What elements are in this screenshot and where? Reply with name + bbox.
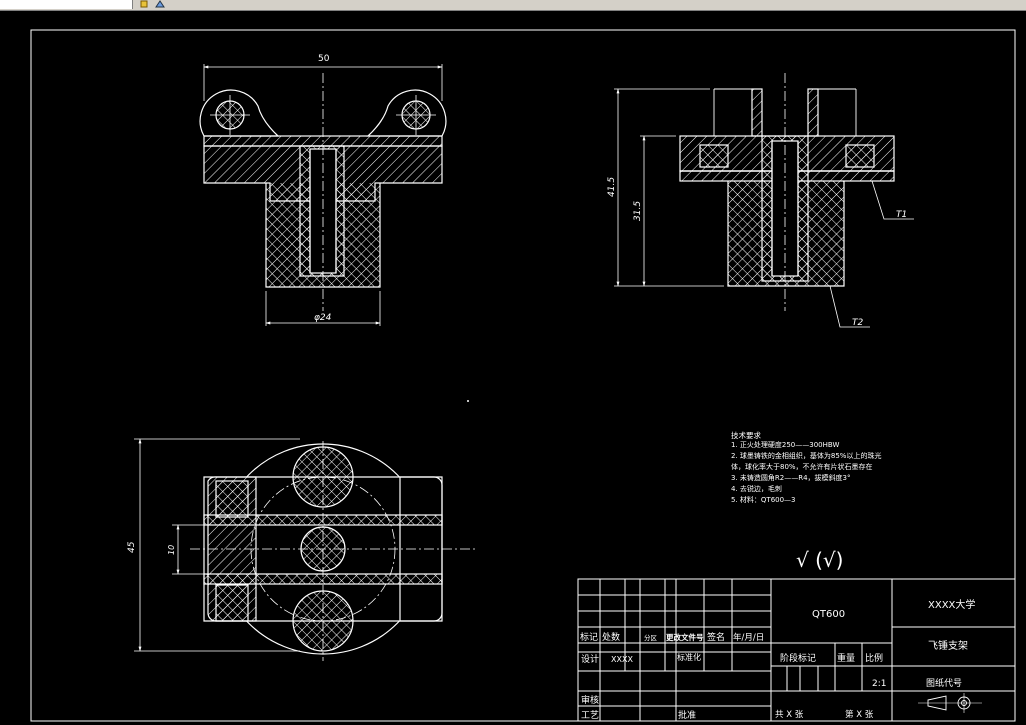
- front-section-view: [199, 64, 447, 326]
- part-name-label: 飞锤支架: [928, 639, 968, 652]
- leader-label-t1: T1: [896, 210, 907, 220]
- dim-height-inner-label: 31.5: [633, 201, 643, 221]
- notes-line-4: 3. 未铸造圆角R2——R4，拔模斜度3°: [731, 473, 851, 482]
- title-block-text: QT600 XXXX大学 飞锤支架 图纸代号 2:1 标记 处数 分区 更改文件…: [580, 598, 975, 721]
- designer-name: XXXX: [611, 655, 633, 664]
- dim-bottom-height-label: 45: [127, 541, 137, 553]
- hdr-signature: 签名: [707, 631, 725, 643]
- dim-diameter-label: φ24: [314, 313, 332, 323]
- hdr-count: 处数: [602, 631, 620, 643]
- hdr-standardize: 标准化: [677, 652, 701, 662]
- command-field[interactable]: [0, 0, 133, 9]
- drawing-border: [30, 29, 1016, 722]
- hdr-approve: 批准: [678, 709, 696, 721]
- notes-line-5: 4. 去锐边，毛刺: [731, 484, 782, 493]
- drawing-code-label: 图纸代号: [926, 677, 962, 689]
- hdr-change-doc: 更改文件号: [666, 632, 704, 642]
- material-label: QT600: [812, 609, 845, 620]
- side-section-view: [614, 73, 914, 328]
- notes-heading: 技术要求: [731, 430, 761, 440]
- hdr-scale: 比例: [865, 652, 883, 664]
- stray-point: [467, 400, 469, 402]
- hdr-design: 设计: [581, 653, 599, 665]
- hdr-date: 年/月/日: [733, 632, 764, 643]
- toolbar: [0, 0, 1026, 11]
- tool-icon-a[interactable]: [140, 0, 152, 8]
- sheet-number: 第 X 张: [845, 709, 874, 720]
- technical-notes: 技术要求 1. 正火处理硬度250——300HBW 2. 球墨铸铁的金相组织，基…: [731, 430, 881, 504]
- total-sheets: 共 X 张: [775, 710, 804, 720]
- notes-line-1: 1. 正火处理硬度250——300HBW: [731, 440, 839, 449]
- school-label: XXXX大学: [928, 598, 975, 611]
- hdr-process: 工艺: [581, 710, 599, 721]
- tool-icon-b[interactable]: [154, 0, 166, 8]
- cad-drawing-canvas[interactable]: 50 φ24 41.5 31.5 T1 T2 45 10 技术要求 1. 正火处…: [0, 11, 1026, 725]
- notes-line-3: 体，球化率大于80%，不允许有片状石墨存在: [731, 462, 873, 471]
- leader-label-t2: T2: [852, 318, 863, 328]
- scale-value: 2:1: [872, 679, 886, 689]
- hdr-weight: 重量: [837, 652, 855, 664]
- dim-width-label: 50: [318, 54, 330, 64]
- dim-height-outer-label: 41.5: [607, 177, 617, 197]
- hdr-zone: 分区: [644, 633, 658, 642]
- hdr-review: 审核: [581, 694, 599, 706]
- surface-roughness-symbol: √ (√): [796, 548, 843, 572]
- dim-slot-label: 10: [167, 545, 176, 555]
- notes-line-6: 5. 材料：QT600—3: [731, 495, 796, 504]
- hdr-mark: 标记: [580, 631, 598, 643]
- top-view: [134, 438, 476, 661]
- notes-line-2: 2. 球墨铸铁的金相组织，基体为85%以上的珠光: [731, 451, 881, 460]
- hdr-stage-mark: 阶段标记: [780, 652, 816, 664]
